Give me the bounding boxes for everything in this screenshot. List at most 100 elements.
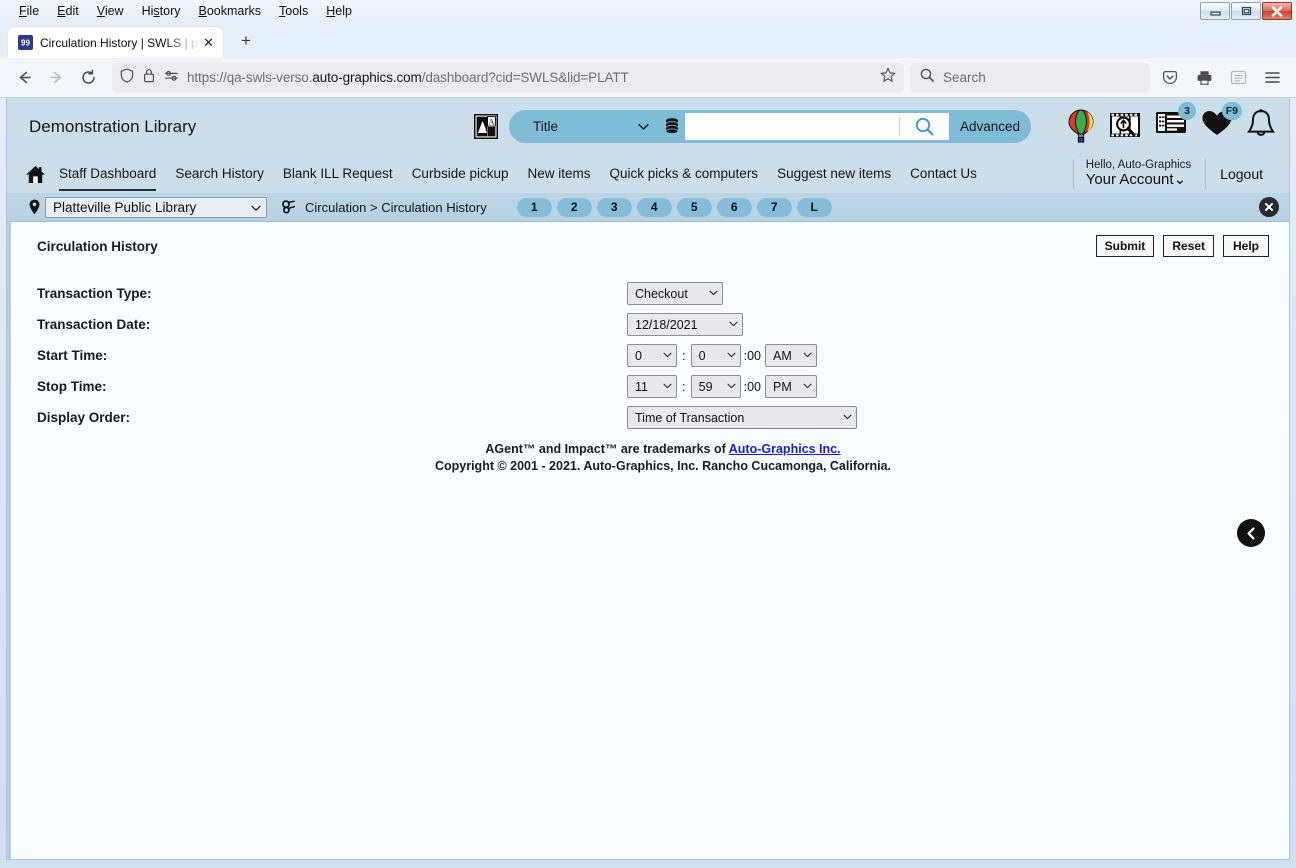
svg-text:99: 99 (21, 39, 30, 48)
nav-blank-ill-request[interactable]: Blank ILL Request (283, 166, 393, 183)
menu-help[interactable]: Help (317, 0, 361, 22)
address-bar-icons (120, 67, 179, 88)
display-order-label: Display Order: (37, 410, 131, 425)
language-translate-icon[interactable]: A (474, 114, 498, 139)
new-tab-button[interactable]: + (231, 26, 261, 56)
nav-staff-dashboard[interactable]: Staff Dashboard (59, 166, 157, 191)
start-time-meridiem-select[interactable]: AM (765, 344, 818, 367)
database-icon[interactable] (661, 118, 683, 135)
browser-search-box[interactable]: Search (910, 62, 1150, 93)
advanced-search-button[interactable]: Advanced (949, 110, 1031, 143)
nav-curbside-pickup[interactable]: Curbside pickup (412, 166, 509, 183)
print-icon[interactable] (1188, 62, 1220, 94)
shield-icon[interactable] (120, 67, 134, 88)
menu-tools[interactable]: Tools (270, 0, 317, 22)
start-time-seconds: :00 (743, 348, 762, 363)
your-account-menu[interactable]: Hello, Auto-Graphics Your Account⌄ (1072, 159, 1205, 189)
reload-button-icon[interactable] (72, 62, 104, 94)
browser-search-placeholder: Search (943, 70, 986, 85)
browser-tab[interactable]: 99 Circulation History | SWLS | plat ✕ (8, 27, 223, 58)
nav-quick-picks-computers[interactable]: Quick picks & computers (610, 166, 759, 183)
list-records-icon[interactable]: 3 (1155, 101, 1196, 135)
session-pill-3[interactable]: 3 (596, 197, 632, 217)
chevron-down-icon (663, 350, 672, 361)
form-row-transaction-date: Transaction Date: 12/18/2021 (37, 311, 1289, 338)
close-window-button[interactable] (1262, 2, 1292, 20)
session-pill-4[interactable]: 4 (636, 197, 672, 217)
menu-history[interactable]: History (133, 0, 190, 22)
display-order-select[interactable]: Time of Transaction (627, 406, 857, 429)
library-name: Demonstration Library (29, 116, 197, 136)
heart-favorites-icon[interactable]: F9 (1201, 101, 1242, 137)
tab-title: Circulation History | SWLS | plat (40, 35, 200, 50)
menu-hamburger-icon[interactable] (1256, 62, 1288, 94)
menu-bookmarks[interactable]: Bookmarks (190, 0, 271, 22)
lock-icon[interactable] (143, 68, 155, 88)
start-time-meridiem-value: AM (773, 348, 792, 363)
browser-window: File Edit View History Bookmarks Tools H… (0, 0, 1296, 868)
hot-air-balloon-icon[interactable] (1067, 108, 1095, 143)
search-type-value: Title (533, 119, 559, 134)
chevron-down-icon (843, 412, 852, 423)
session-pill-5[interactable]: 5 (676, 197, 712, 217)
reset-button[interactable]: Reset (1163, 235, 1214, 257)
help-button[interactable]: Help (1223, 235, 1269, 257)
pocket-icon[interactable] (1154, 62, 1186, 94)
stop-time-hour-select[interactable]: 11 (627, 375, 677, 398)
address-bar[interactable]: https://qa-swls-verso.auto-graphics.com/… (112, 62, 904, 93)
maximize-button[interactable] (1231, 2, 1261, 20)
page-viewport: Demonstration Library A Title Advanced 3… (6, 98, 1290, 860)
nav-new-items[interactable]: New items (528, 166, 591, 183)
transaction-date-label: Transaction Date: (37, 317, 151, 332)
session-pill-2[interactable]: 2 (556, 197, 592, 217)
session-pill-7[interactable]: 7 (756, 197, 792, 217)
start-time-hour-select[interactable]: 0 (627, 344, 677, 367)
tab-favicon-icon: 99 (18, 35, 33, 50)
header-icon-group: 3 F9 (1067, 101, 1275, 145)
nav-suggest-new-items[interactable]: Suggest new items (777, 166, 891, 183)
film-search-icon[interactable] (1109, 109, 1141, 141)
submit-button[interactable]: Submit (1095, 235, 1155, 257)
search-type-select[interactable]: Title (509, 110, 661, 143)
session-pill-1[interactable]: 1 (516, 197, 552, 217)
search-submit-icon[interactable] (907, 117, 941, 136)
search-icon (920, 68, 934, 87)
chevron-down-icon (727, 381, 736, 392)
auto-graphics-link[interactable]: Auto-Graphics Inc. (729, 442, 841, 456)
home-icon[interactable] (25, 165, 46, 184)
stop-time-meridiem-select[interactable]: PM (765, 375, 818, 398)
menu-edit[interactable]: Edit (48, 0, 88, 22)
bookmark-star-icon[interactable] (880, 67, 896, 88)
nav-search-history[interactable]: Search History (175, 166, 264, 183)
session-pill-l[interactable]: L (796, 197, 832, 217)
nav-contact-us[interactable]: Contact Us (910, 166, 977, 183)
browser-toolbar: https://qa-swls-verso.auto-graphics.com/… (0, 58, 1296, 98)
transaction-type-select[interactable]: Checkout (627, 282, 723, 305)
back-button-icon[interactable] (8, 62, 40, 94)
stop-time-minute-select[interactable]: 59 (690, 375, 741, 398)
start-time-minute-select[interactable]: 0 (690, 344, 741, 367)
site-header: Demonstration Library A Title Advanced 3… (7, 98, 1289, 193)
menu-view[interactable]: View (88, 0, 133, 22)
library-select[interactable]: Platteville Public Library (45, 196, 267, 218)
toolbar-icons (1154, 62, 1288, 94)
transaction-date-select[interactable]: 12/18/2021 (627, 313, 743, 336)
reader-mode-icon[interactable] (1222, 62, 1254, 94)
permissions-icon[interactable] (164, 69, 179, 87)
forward-button-icon[interactable] (40, 62, 72, 94)
search-divider (899, 117, 900, 136)
list-records-badge: 3 (1178, 101, 1196, 120)
collapse-panel-back-button[interactable] (1237, 519, 1265, 547)
form-row-start-time: Start Time: 0 : 0:00 AM (37, 342, 1289, 369)
search-input[interactable] (685, 113, 949, 140)
chevron-down-icon (803, 350, 812, 361)
session-pill-6[interactable]: 6 (716, 197, 752, 217)
minimize-button[interactable] (1200, 2, 1230, 20)
account-area: Hello, Auto-Graphics Your Account⌄ Logou… (1072, 159, 1275, 189)
close-session-icon[interactable] (1259, 197, 1279, 217)
bell-notifications-icon[interactable] (1247, 108, 1275, 139)
menu-file[interactable]: File (10, 0, 48, 22)
tab-close-icon[interactable]: ✕ (200, 34, 217, 51)
page-scrollbar[interactable] (1284, 222, 1289, 859)
logout-link[interactable]: Logout (1205, 159, 1275, 189)
